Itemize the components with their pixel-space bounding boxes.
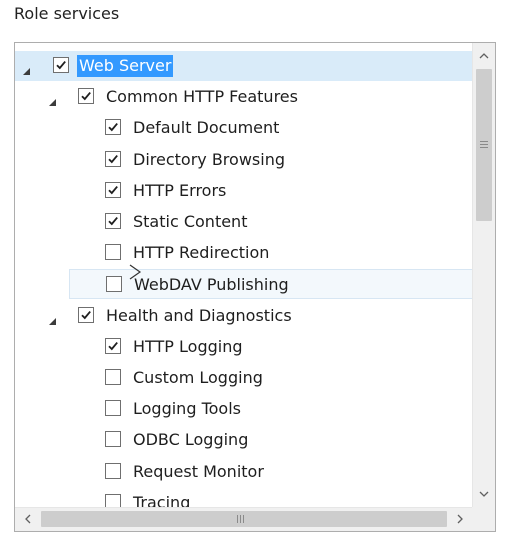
tree-item-label: Logging Tools xyxy=(133,399,241,419)
tree-item-label: HTTP Errors xyxy=(133,180,227,200)
vertical-scroll-thumb[interactable] xyxy=(476,69,492,221)
tree-item-label: Request Monitor xyxy=(133,461,264,481)
tree-item-label: HTTP Redirection xyxy=(133,243,270,263)
tree-item-label: HTTP Logging xyxy=(133,336,243,356)
checkmark-icon xyxy=(81,310,91,319)
tree-item-label: WebDAV Publishing xyxy=(134,275,289,295)
expand-triangle-icon[interactable] xyxy=(21,61,31,75)
role-services-title: Role services xyxy=(14,4,120,23)
checkbox[interactable] xyxy=(105,244,121,261)
mouse-cursor-icon xyxy=(128,264,142,284)
tree-item[interactable]: Default Document xyxy=(15,113,473,143)
tree-item-label: Custom Logging xyxy=(133,368,263,387)
scroll-left-arrow-icon[interactable] xyxy=(17,508,39,530)
tree-item-label: ODBC Logging xyxy=(133,430,249,450)
tree-item[interactable]: Custom Logging xyxy=(15,363,473,393)
checkbox[interactable] xyxy=(105,337,121,354)
checkbox[interactable] xyxy=(106,276,122,293)
checkbox[interactable] xyxy=(105,150,121,167)
checkmark-icon xyxy=(108,341,118,351)
tree-item[interactable]: Health and Diagnostics xyxy=(15,301,473,331)
checkbox[interactable] xyxy=(53,57,69,73)
tree-item[interactable]: ODBC Logging xyxy=(15,425,473,455)
checkbox[interactable] xyxy=(105,400,121,417)
checkbox[interactable] xyxy=(105,431,121,448)
tree-item-label: Web Server xyxy=(77,55,174,77)
vertical-grip-icon xyxy=(480,141,488,150)
scroll-right-arrow-icon[interactable] xyxy=(449,508,471,530)
checkmark-icon xyxy=(56,61,66,70)
tree-item[interactable]: Web Server xyxy=(15,51,473,81)
tree-item[interactable]: Static Content xyxy=(15,207,473,237)
vertical-scrollbar[interactable] xyxy=(472,43,495,507)
tree-item-label: Common HTTP Features xyxy=(106,87,298,107)
tree-item-label: Default Document xyxy=(133,118,280,138)
tree-item[interactable]: Tracing xyxy=(15,488,473,507)
tree-item-label: Static Content xyxy=(133,212,248,231)
checkbox[interactable] xyxy=(105,119,121,136)
scrollbar-corner xyxy=(472,507,495,531)
scroll-down-arrow-icon[interactable] xyxy=(473,483,495,505)
checkbox[interactable] xyxy=(105,181,121,198)
horizontal-scroll-thumb[interactable] xyxy=(41,511,447,527)
tree-item[interactable]: Request Monitor xyxy=(15,457,473,487)
checkmark-icon xyxy=(108,154,118,163)
tree-item[interactable]: Logging Tools xyxy=(15,394,473,424)
tree-item[interactable]: Directory Browsing xyxy=(15,145,473,175)
tree-item[interactable]: HTTP Redirection xyxy=(15,238,473,268)
checkmark-icon xyxy=(108,123,118,132)
expand-triangle-icon[interactable] xyxy=(47,311,57,325)
scroll-up-arrow-icon[interactable] xyxy=(473,45,495,67)
checkbox[interactable] xyxy=(105,213,121,229)
tree-item-label: Directory Browsing xyxy=(133,149,285,169)
horizontal-scrollbar[interactable] xyxy=(15,507,473,531)
tree-item[interactable]: HTTP Logging xyxy=(15,332,473,362)
checkbox[interactable] xyxy=(105,462,121,479)
tree-viewport: Web Server Common HTTP Features Default Do… xyxy=(15,43,473,507)
checkmark-icon xyxy=(81,92,91,101)
checkbox[interactable] xyxy=(105,493,121,507)
tree-item-label: Tracing xyxy=(133,492,191,507)
checkbox[interactable] xyxy=(78,88,94,105)
tree-item-label: Health and Diagnostics xyxy=(106,305,292,325)
checkbox[interactable] xyxy=(78,306,94,323)
tree-item[interactable]: HTTP Errors xyxy=(15,176,473,206)
horizontal-grip-icon xyxy=(237,515,246,523)
checkmark-icon xyxy=(108,185,118,195)
tree-item[interactable]: Common HTTP Features xyxy=(15,82,473,112)
checkmark-icon xyxy=(108,217,118,226)
role-services-tree[interactable]: Web Server Common HTTP Features Default Do… xyxy=(14,42,496,532)
expand-triangle-icon[interactable] xyxy=(47,92,57,107)
checkbox[interactable] xyxy=(105,369,121,385)
